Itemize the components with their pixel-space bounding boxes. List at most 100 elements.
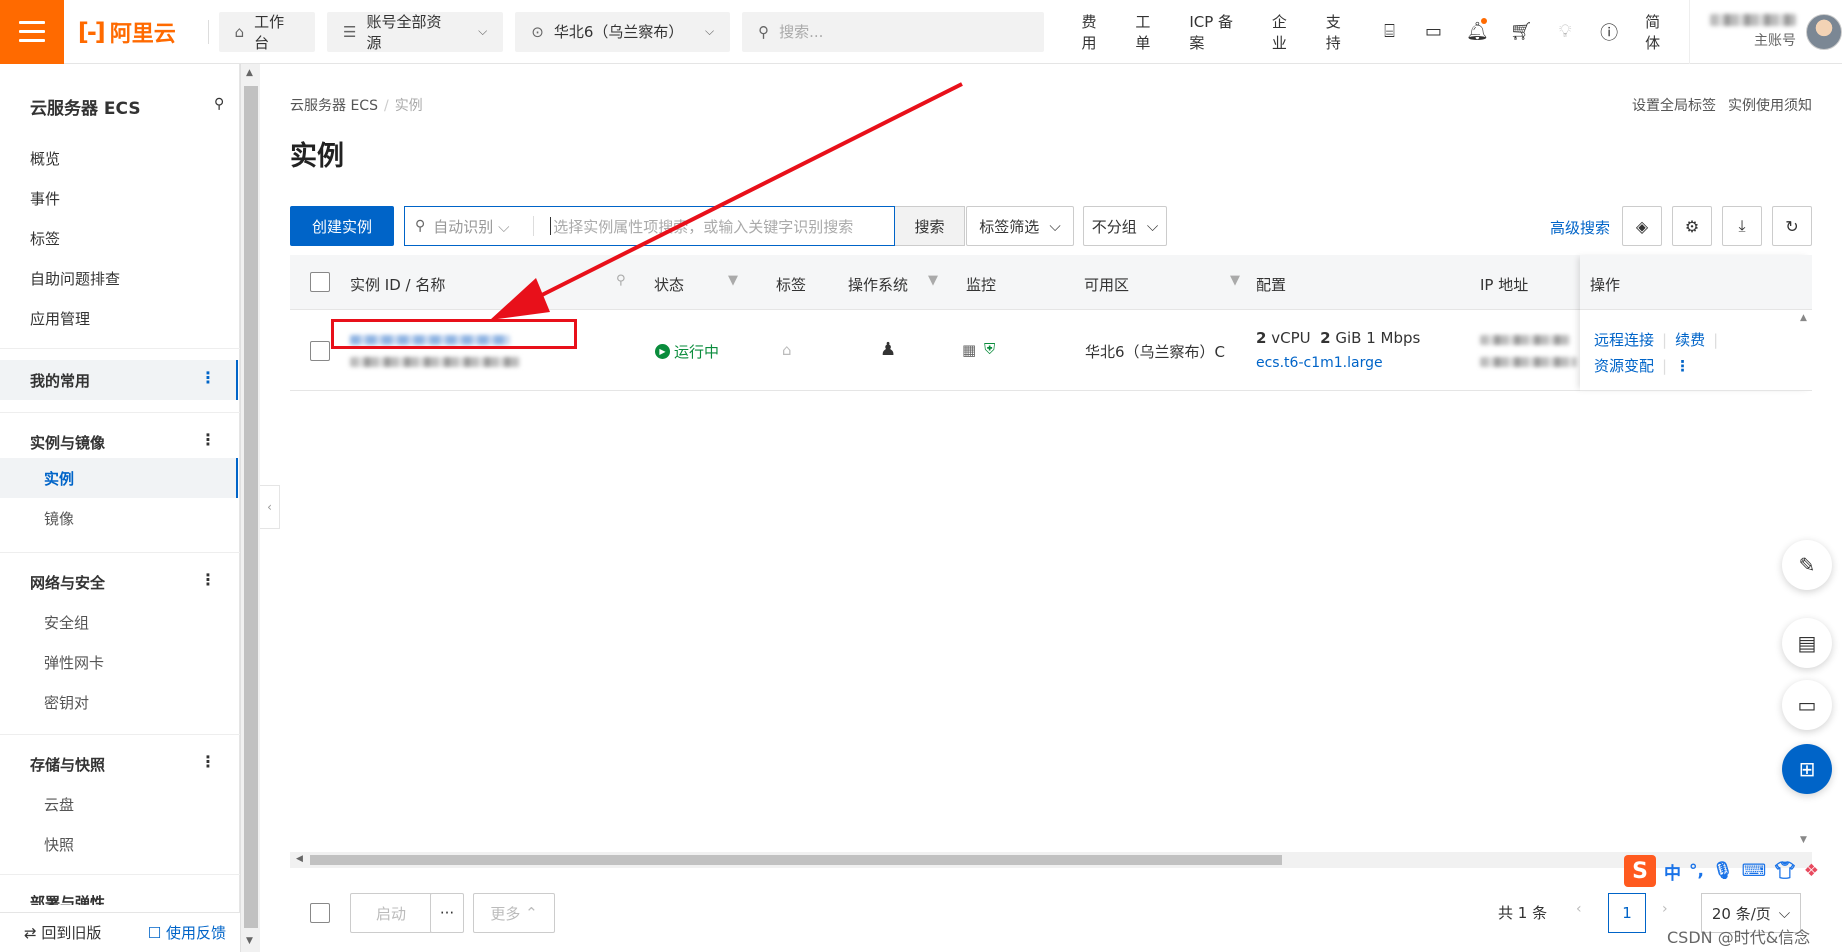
app-icon[interactable]: ⌸ — [1368, 0, 1412, 64]
search-icon[interactable]: ⚲ — [214, 96, 224, 112]
scrollbar-thumb[interactable] — [244, 86, 258, 928]
account-menu[interactable]: 主账号 — [1689, 0, 1842, 64]
cart-icon[interactable]: 🛒︎ — [1499, 0, 1543, 64]
terminal-icon[interactable]: ▭ — [1412, 0, 1456, 64]
sidebar-item-tags[interactable]: 标签 — [30, 228, 60, 249]
sidebar-group-favorites[interactable]: 我的常用 — [30, 370, 90, 391]
global-search-input[interactable]: ⚲ 搜索... — [742, 11, 1044, 52]
more-icon[interactable]: ⋮ — [200, 752, 216, 771]
language-switch[interactable]: 简体 — [1631, 11, 1689, 53]
sidebar-group-storage[interactable]: 存储与快照 — [30, 754, 105, 775]
layers-icon[interactable]: ◈ — [1622, 206, 1662, 246]
workbench-button[interactable]: ⌂ 工作台 — [218, 11, 315, 52]
sidebar-item-apps[interactable]: 应用管理 — [30, 308, 90, 329]
table-horizontal-scrollbar[interactable]: ◀ — [290, 852, 1812, 868]
advanced-search-link[interactable]: 高级搜索 — [1550, 217, 1610, 238]
menu-icon[interactable] — [0, 0, 64, 64]
sidebar-group-instances[interactable]: 实例与镜像 — [30, 432, 105, 453]
sidebar-item-images[interactable]: 镜像 — [44, 508, 74, 529]
sidebar-item-instances[interactable]: 实例 — [44, 468, 74, 489]
filter-icon[interactable]: ▼ — [1230, 273, 1240, 288]
resource-selector[interactable]: ☰ 账号全部资源 ⌵ — [327, 11, 504, 52]
gear-icon[interactable]: ⚙ — [1672, 206, 1712, 246]
shield-icon[interactable]: ⛨ — [984, 340, 995, 358]
region-selector[interactable]: ⊙ 华北6（乌兰察布） ⌵ — [515, 11, 731, 52]
nav-link-fees[interactable]: 费用 — [1070, 11, 1124, 53]
start-button[interactable]: 启动 — [350, 893, 432, 933]
more-icon[interactable]: ⋮ — [200, 368, 216, 387]
row-checkbox[interactable] — [310, 341, 330, 361]
sidebar-item-events[interactable]: 事件 — [30, 188, 60, 209]
group-select[interactable]: 不分组 ⌵ — [1083, 206, 1167, 246]
sidebar-item-eni[interactable]: 弹性网卡 — [44, 652, 104, 673]
sidebar-scrollbar[interactable]: ▲ ▼ — [240, 64, 260, 952]
edit-icon[interactable]: ✎ — [1782, 540, 1832, 590]
instance-type-link[interactable]: ecs.t6-c1m1.large — [1256, 355, 1383, 371]
scroll-down-icon[interactable]: ▼ — [246, 936, 253, 946]
keyboard-icon[interactable]: ⌨ — [1742, 861, 1767, 881]
nav-link-icp[interactable]: ICP 备案 — [1177, 11, 1260, 53]
current-page[interactable]: 1 — [1608, 893, 1646, 933]
scroll-left-icon[interactable]: ◀ — [296, 854, 303, 864]
skin-icon[interactable]: 👕︎ — [1774, 861, 1796, 881]
sidebar-item-overview[interactable]: 概览 — [30, 148, 60, 169]
sidebar-item-keypair[interactable]: 密钥对 — [44, 692, 89, 713]
scrollbar-thumb[interactable] — [310, 855, 1282, 865]
back-to-old-button[interactable]: ⇄ 回到旧版 — [24, 922, 101, 943]
select-all-checkbox[interactable] — [310, 272, 330, 292]
scroll-up-icon[interactable]: ▲ — [246, 68, 253, 78]
ime-chinese[interactable]: 中 — [1664, 859, 1681, 884]
instance-search-input[interactable]: ⚲ 自动识别 ⌵ 选择实例属性项搜索，或输入关键字识别搜索 — [404, 206, 895, 246]
more-button[interactable]: 更多 ⌃ — [473, 893, 555, 933]
filter-icon[interactable]: ▼ — [728, 273, 738, 288]
avatar[interactable] — [1806, 13, 1842, 50]
logo[interactable]: [-] 阿里云 — [78, 16, 198, 48]
feedback-button[interactable]: ☐ 使用反馈 — [148, 922, 226, 943]
sogou-icon[interactable]: S — [1624, 855, 1656, 887]
download-icon[interactable]: ⤓ — [1722, 206, 1762, 246]
chart-icon[interactable]: ▦ — [962, 341, 976, 359]
book-icon[interactable]: ▤ — [1782, 618, 1832, 668]
more-actions-button[interactable]: ··· — [430, 893, 464, 933]
help-icon[interactable]: ⓘ — [1587, 0, 1631, 64]
search-button[interactable]: 搜索 — [895, 206, 965, 246]
sidebar-group-network[interactable]: 网络与安全 — [30, 572, 105, 593]
nav-link-tickets[interactable]: 工单 — [1123, 11, 1177, 53]
bottom-action-bar: 启动 ··· 更多 ⌃ 共 1 条 ‹ 1 › 20 条/页 ⌵ — [290, 884, 1812, 936]
sidebar-item-snapshot[interactable]: 快照 — [44, 834, 74, 855]
sidebar-group-deploy[interactable]: 部署与弹性 — [30, 892, 105, 905]
tag-icon[interactable]: ⌂ — [782, 341, 792, 359]
collapse-sidebar-button[interactable]: ‹ — [260, 485, 280, 529]
more-icon[interactable]: ⋮ — [200, 430, 216, 449]
sidebar-item-troubleshoot[interactable]: 自助问题排查 — [30, 268, 120, 289]
create-instance-button[interactable]: 创建实例 — [290, 206, 394, 246]
more-icon[interactable]: ⋮ — [200, 570, 216, 589]
global-tags-link[interactable]: 设置全局标签 — [1632, 95, 1716, 115]
nav-link-support[interactable]: 支持 — [1314, 11, 1368, 53]
next-page-icon[interactable]: › — [1662, 901, 1668, 917]
search-icon[interactable]: ⚲ — [616, 273, 626, 288]
usage-notice-link[interactable]: 实例使用须知 — [1728, 95, 1812, 115]
message-icon[interactable]: ▭ — [1782, 680, 1832, 730]
tag-filter-button[interactable]: 标签筛选 ⌵ — [966, 206, 1074, 246]
scroll-down-icon[interactable]: ▼ — [1800, 835, 1807, 845]
apps-icon[interactable]: ⊞ — [1782, 744, 1832, 794]
filter-icon[interactable]: ▼ — [928, 273, 938, 288]
breadcrumb-root[interactable]: 云服务器 ECS — [290, 98, 378, 114]
ime-toolbar: S 中 °, 🎙︎ ⌨ 👕︎ ❖ — [1620, 852, 1842, 890]
search-placeholder: 搜索... — [779, 23, 824, 41]
toolbox-icon[interactable]: ❖ — [1804, 861, 1819, 881]
nav-link-enterprise[interactable]: 企业 — [1260, 11, 1314, 53]
select-all-checkbox[interactable] — [310, 903, 330, 923]
prev-page-icon[interactable]: ‹ — [1576, 901, 1582, 917]
bell-icon[interactable]: 🔔︎ — [1455, 0, 1499, 64]
logo-text: 阿里云 — [109, 21, 176, 47]
search-mode-select[interactable]: 自动识别 ⌵ — [433, 216, 533, 237]
refresh-icon[interactable]: ↻ — [1772, 206, 1812, 246]
sidebar-item-security-group[interactable]: 安全组 — [44, 612, 89, 633]
scroll-up-icon[interactable]: ▲ — [1800, 313, 1807, 323]
sidebar-item-disk[interactable]: 云盘 — [44, 794, 74, 815]
mic-icon[interactable]: 🎙︎ — [1712, 861, 1734, 881]
punctuation-icon[interactable]: °, — [1689, 861, 1704, 881]
lightbulb-icon[interactable]: 💡︎ — [1543, 0, 1587, 64]
